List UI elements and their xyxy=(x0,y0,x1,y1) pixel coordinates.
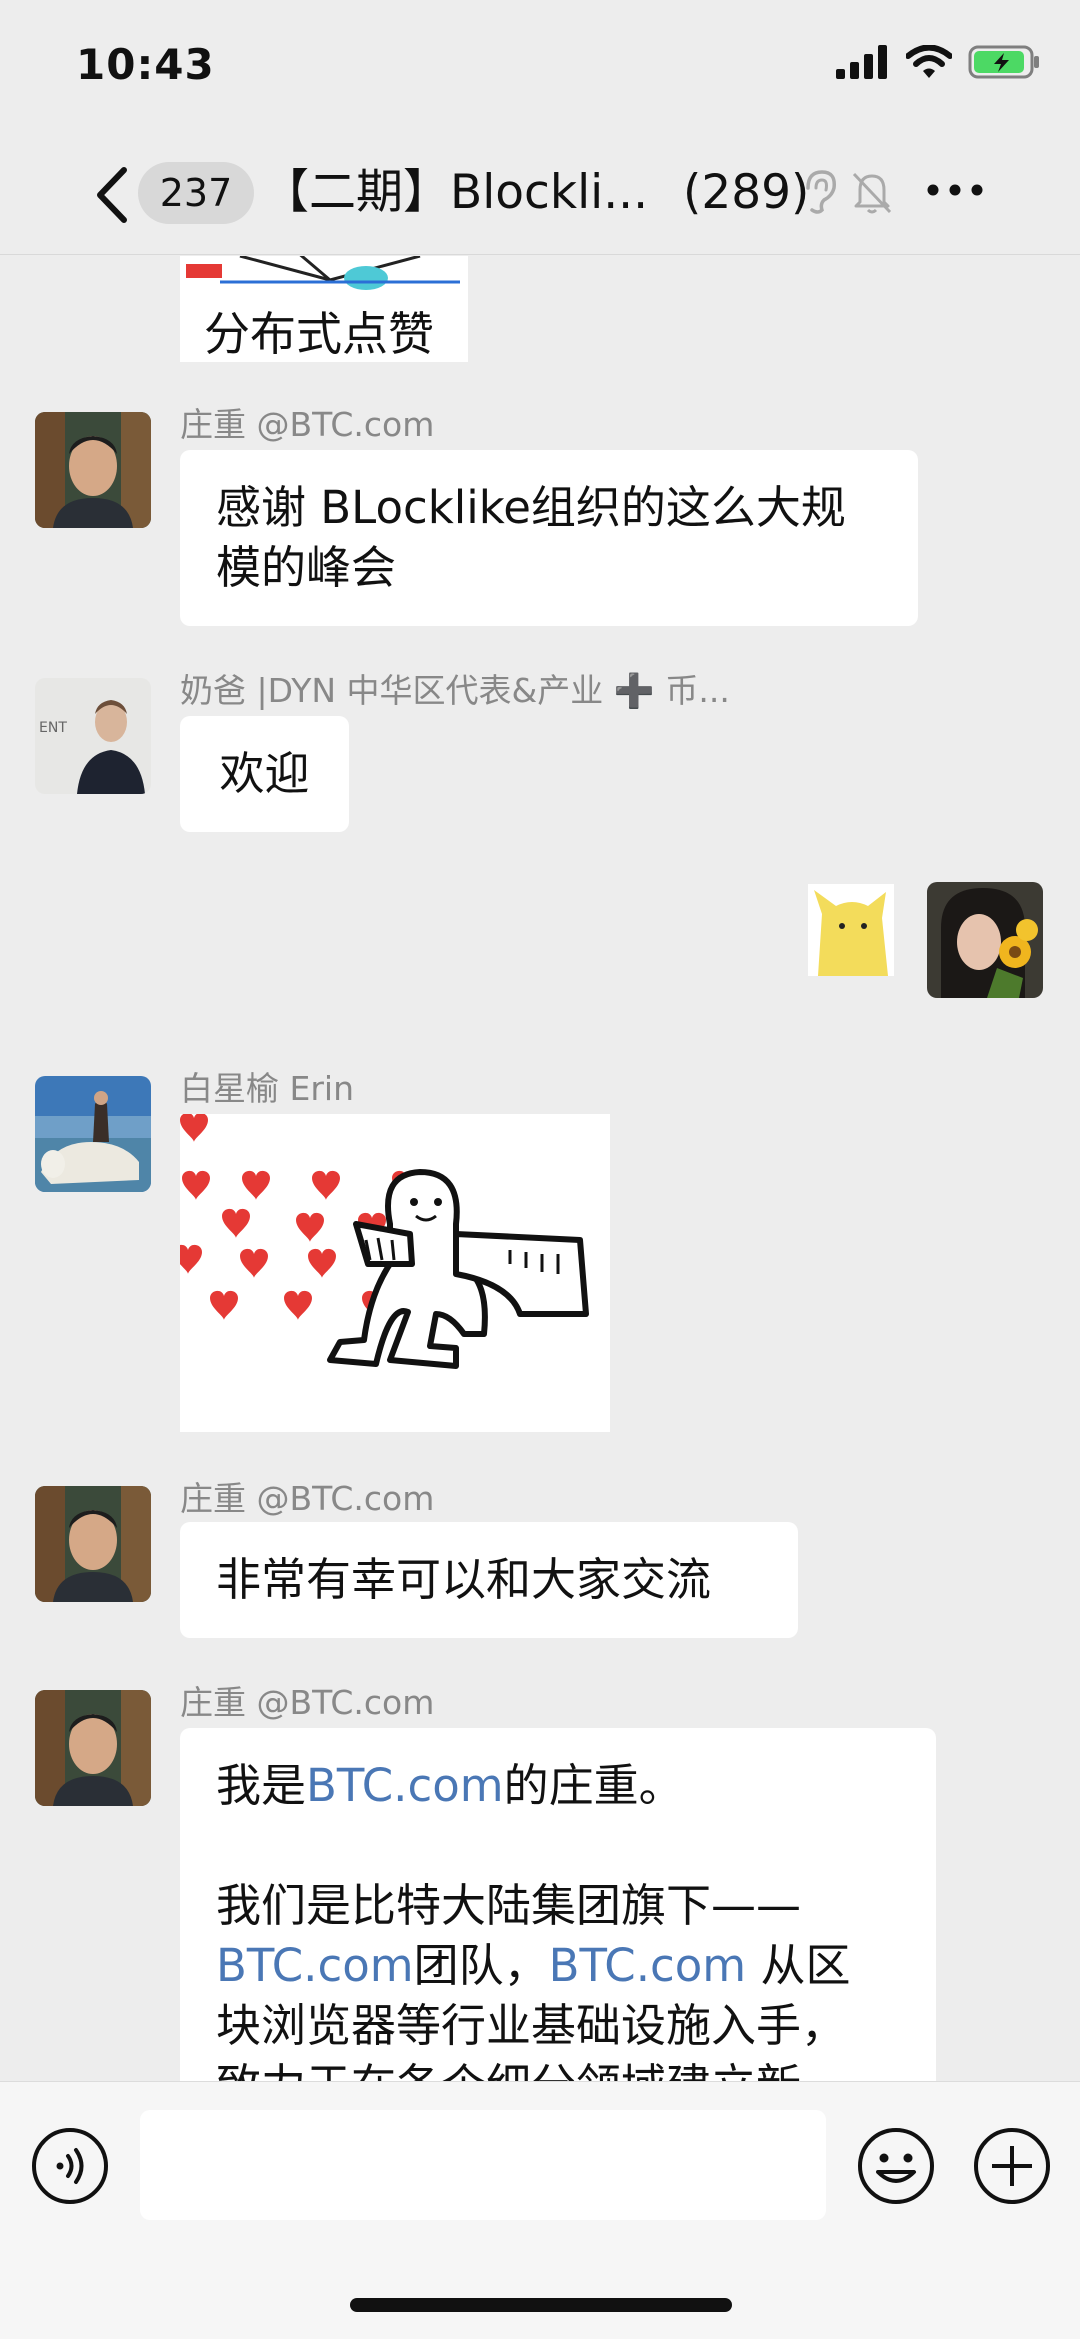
plus-icon[interactable] xyxy=(972,2126,1052,2206)
message-line: 致力于在各个细分领域建立新 xyxy=(216,2056,900,2081)
avatar-woman-image xyxy=(927,882,1043,998)
emoji-icon[interactable] xyxy=(856,2126,936,2206)
sender-name: 白星榆 Erin xyxy=(180,1069,354,1108)
chevron-left-icon[interactable] xyxy=(86,160,146,230)
avatar[interactable] xyxy=(35,412,151,528)
sender-name: 奶爸 |DYN 中华区代表&产业 ➕ 币... xyxy=(180,671,730,710)
unread-count-badge[interactable]: 237 xyxy=(138,162,254,224)
avatar[interactable] xyxy=(35,1690,151,1806)
image-message[interactable]: 分布式点赞 xyxy=(180,256,468,362)
sender-name: 庄重 @BTC.com xyxy=(180,1479,435,1518)
member-count: (289) xyxy=(683,165,810,220)
message-text: 的庄重。 xyxy=(503,1759,684,1812)
wifi-icon xyxy=(906,45,952,78)
chat-title: 【二期】Blockli... (289) xyxy=(262,160,809,226)
message-bubble[interactable]: 我是BTC.com的庄重。 我们是比特大陆集团旗下—— BTC.com团队，BT… xyxy=(180,1728,936,2081)
avatar-man-image xyxy=(35,1690,151,1806)
btc-link[interactable]: BTC.com xyxy=(549,1939,747,1992)
hearts-dancer-sticker xyxy=(180,1114,589,1369)
more-icon[interactable] xyxy=(925,170,985,210)
message-line: 块浏览器等行业基础设施入手， xyxy=(216,1999,847,2052)
avatar[interactable] xyxy=(35,1486,151,1602)
message-list[interactable]: 分布式点赞 庄重 @BTC.com 感谢 BLocklike组织的这么大规 模的… xyxy=(0,256,1080,2081)
message-line: 我是BTC.com的庄重。 xyxy=(216,1756,900,1816)
avatar[interactable]: ENT xyxy=(35,678,151,794)
my-avatar[interactable] xyxy=(927,882,1043,998)
sticker-message[interactable] xyxy=(180,1114,610,1432)
message-text: 从区 xyxy=(746,1939,851,1992)
message-bubble[interactable]: 感谢 BLocklike组织的这么大规 模的峰会 xyxy=(180,450,918,626)
avatar-man-image xyxy=(35,412,151,528)
avatar-yak-image xyxy=(35,1076,151,1192)
btc-link[interactable]: BTC.com xyxy=(306,1759,504,1812)
sender-name: 庄重 @BTC.com xyxy=(180,405,435,444)
message-bubble[interactable]: 非常有幸可以和大家交流 xyxy=(180,1522,798,1638)
message-text: 欢迎 xyxy=(219,747,310,800)
message-line: 模的峰会 xyxy=(216,541,397,594)
battery-icon xyxy=(968,45,1039,79)
message-line: BTC.com团队，BTC.com 从区 xyxy=(216,1936,900,1996)
message-line: 感谢 BLocklike组织的这么大规 xyxy=(216,481,846,534)
status-bar: 10:43 xyxy=(0,0,1080,130)
image-caption: 分布式点赞 xyxy=(204,307,434,361)
yellow-cat-sticker xyxy=(814,890,888,976)
voice-icon[interactable] xyxy=(30,2126,110,2206)
message-line: 我们是比特大陆集团旗下—— xyxy=(216,1879,802,1932)
signal-icon xyxy=(836,45,887,79)
message-text: 非常有幸可以和大家交流 xyxy=(216,1553,712,1606)
message-text: 团队， xyxy=(413,1939,549,1992)
status-time: 10:43 xyxy=(76,40,215,89)
sender-name: 庄重 @BTC.com xyxy=(180,1683,435,1722)
avatar-man-image xyxy=(35,1486,151,1602)
outgoing-sticker[interactable] xyxy=(808,884,894,976)
status-icons xyxy=(836,44,1040,80)
avatar[interactable] xyxy=(35,1076,151,1192)
diagram-image xyxy=(186,256,460,290)
btc-link[interactable]: BTC.com xyxy=(216,1939,414,1992)
ear-icon xyxy=(806,170,836,214)
chat-header: 237 【二期】Blockli... (289) xyxy=(0,130,1080,255)
avatar-speaker-image: ENT xyxy=(35,678,151,794)
group-name: 【二期】Blockli... xyxy=(262,165,649,220)
mute-bell-icon xyxy=(852,172,892,214)
home-indicator[interactable] xyxy=(350,2298,732,2312)
message-bubble[interactable]: 欢迎 xyxy=(180,716,349,832)
message-input[interactable] xyxy=(140,2110,826,2220)
message-text: 我是 xyxy=(216,1759,307,1812)
svg-text:ENT: ENT xyxy=(39,720,67,736)
